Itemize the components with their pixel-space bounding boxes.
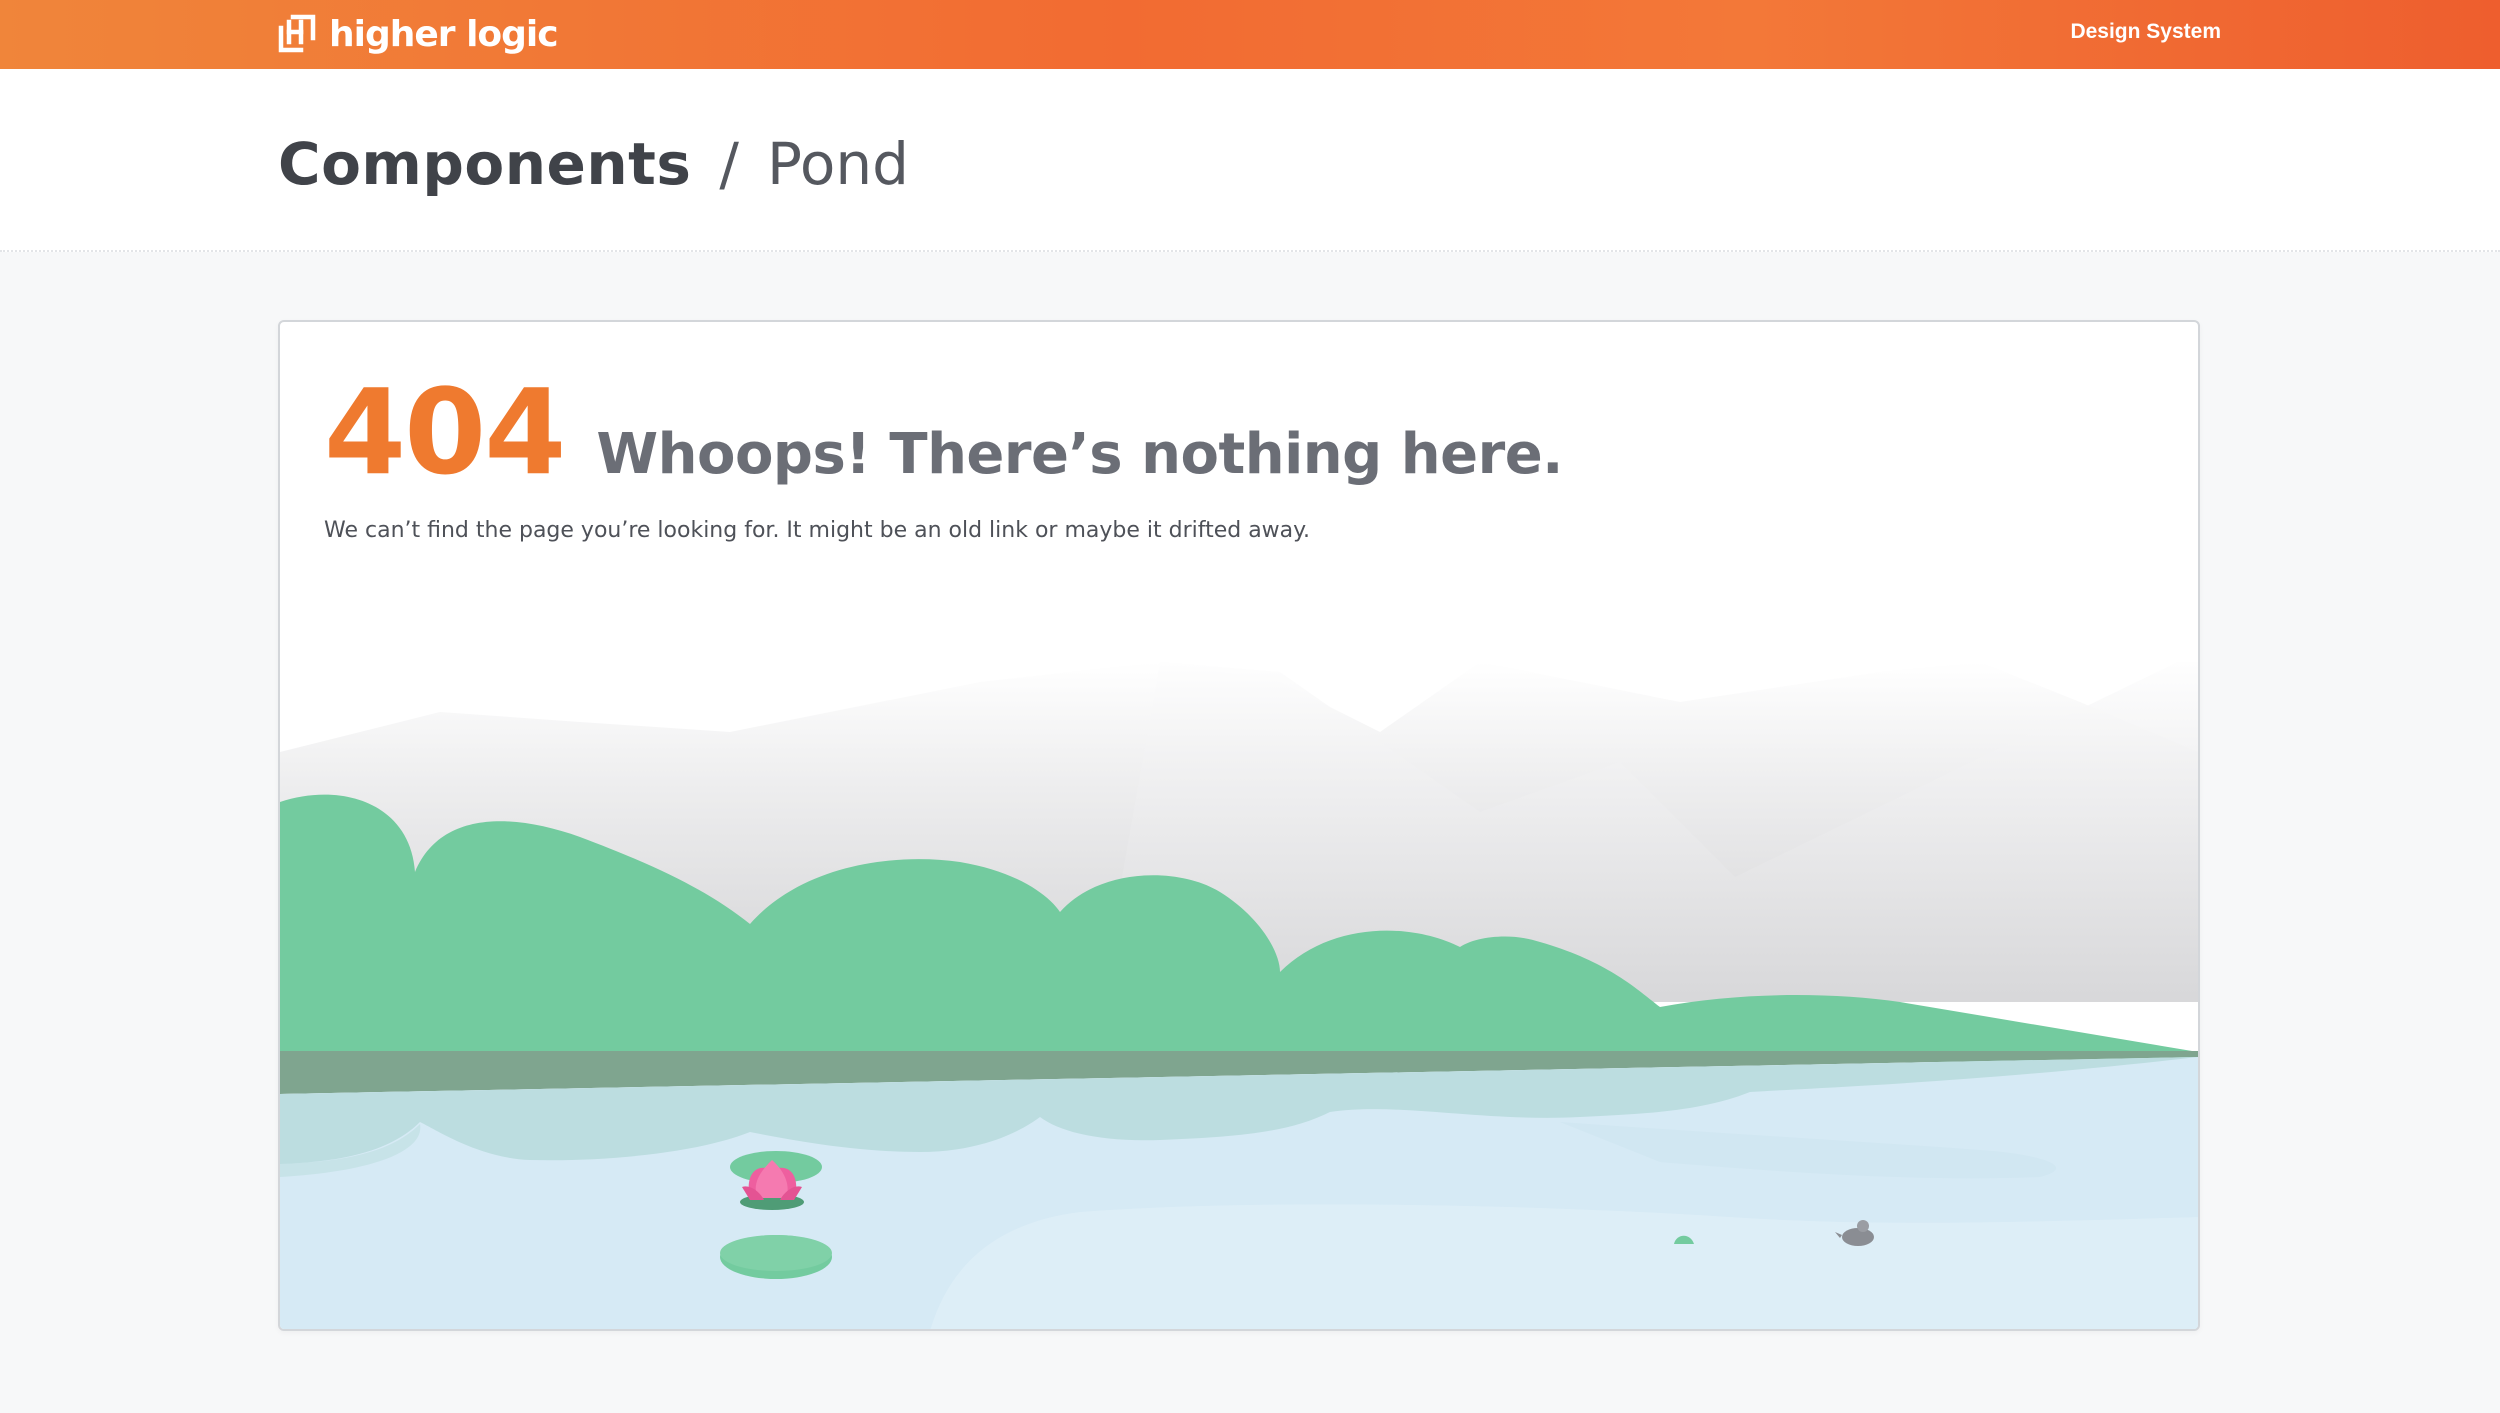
error-message: We can’t find the page you’re looking fo… (324, 518, 1311, 543)
breadcrumb-components-link[interactable]: Components (278, 129, 691, 199)
error-card: 404 Whoops! There’s nothing here. We can… (278, 320, 2200, 1331)
error-heading: 404 Whoops! There’s nothing here. (324, 372, 1563, 492)
design-system-link[interactable]: Design System (2070, 20, 2221, 44)
higher-logic-logo-icon (278, 14, 316, 53)
brand-name: higher logic (329, 13, 559, 55)
pond-scene-illustration (280, 662, 2198, 1329)
top-navigation-bar: higher logic Design System (0, 0, 2500, 69)
breadcrumb-current-page: Pond (766, 130, 909, 198)
error-code: 404 (324, 363, 566, 501)
page-header: Components / Pond (0, 69, 2500, 252)
error-title: Whoops! There’s nothing here. (596, 422, 1563, 487)
pond-water (280, 1057, 2198, 1329)
breadcrumb: Components / Pond (278, 129, 909, 199)
brand-logo-link[interactable]: higher logic (277, 12, 559, 56)
breadcrumb-separator: / (719, 130, 739, 198)
